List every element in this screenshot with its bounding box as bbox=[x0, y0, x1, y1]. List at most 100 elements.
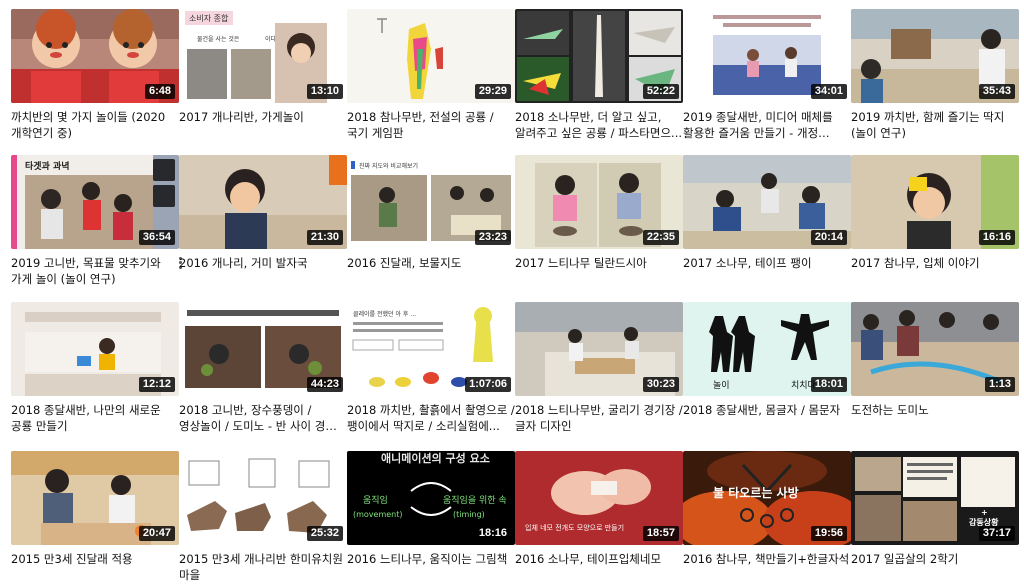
overlay-text: 소비자 종합 bbox=[189, 14, 229, 23]
overlay-text: 클레이를 전했던 아 후 ... bbox=[353, 310, 416, 318]
video-title[interactable]: 도전하는 도미노 bbox=[851, 402, 1019, 418]
video-card[interactable]: 입체 네모 전개도 모양으로 만들기 18:57 2016 소나무, 테이프입체… bbox=[515, 451, 683, 567]
video-thumbnail[interactable]: 1:13 bbox=[851, 302, 1019, 396]
video-thumbnail[interactable]: 35:43 bbox=[851, 9, 1019, 103]
video-title[interactable]: 2019 고니반, 목표물 맞추기와 가게 놀이 (놀이 연구) bbox=[11, 255, 179, 287]
video-title[interactable]: 2018 소나무반, 더 알고 싶고, 알려주고 싶은 공룡 / 파스타면으..… bbox=[515, 109, 683, 141]
video-title[interactable]: 2017 개나리반, 가게놀이 bbox=[179, 109, 347, 125]
video-thumbnail[interactable]: 44:23 bbox=[179, 302, 347, 396]
video-title[interactable]: 2016 진달래, 보물지도 bbox=[347, 255, 515, 271]
video-duration: 29:29 bbox=[474, 84, 511, 99]
video-title[interactable]: 2017 일곱살의 2학기 bbox=[851, 551, 1019, 567]
video-title[interactable]: 2016 소나무, 테이프입체네모 bbox=[515, 551, 683, 567]
video-card[interactable]: 29:29 2018 참나무반, 전설의 공룡 / 국기 게임판 bbox=[347, 9, 515, 141]
video-thumbnail[interactable]: 클레이를 전했던 아 후 ... 1:07:06 bbox=[347, 302, 515, 396]
overlay-text: + bbox=[981, 508, 988, 517]
video-card[interactable]: 6:48 까치반의 몇 가지 놀이들 (2020 개학연기 중) bbox=[11, 9, 179, 141]
video-card[interactable]: 불 타오르는 사방 19:56 2016 참나무, 책만들기+한글자석 bbox=[683, 451, 851, 567]
video-title[interactable]: 2018 고니반, 장수풍뎅이 / 영상놀이 / 도미노 - 반 사이 경계를 … bbox=[179, 402, 347, 434]
video-card[interactable]: 35:43 2019 까치반, 함께 즐기는 딱지 (놀이 연구) bbox=[851, 9, 1019, 141]
video-thumbnail[interactable]: 불 타오르는 사방 19:56 bbox=[683, 451, 851, 545]
video-thumbnail[interactable]: 소비자 종합 물건을 사는 것은 이다. 13:10 bbox=[179, 9, 347, 103]
video-duration: 18:16 bbox=[474, 526, 511, 541]
video-card[interactable]: 1:13 도전하는 도미노 bbox=[851, 302, 1019, 418]
video-card[interactable]: 놀이 치치다 18:01 2018 종달새반, 몸글자 / 몸문자 bbox=[683, 302, 851, 418]
video-card[interactable]: 20:47 2015 만3세 진달래 적용 bbox=[11, 451, 179, 567]
overlay-text: 움직임을 위한 속 bbox=[443, 494, 507, 506]
overlay-text: 불 타오르는 사방 bbox=[713, 485, 799, 500]
video-title[interactable]: 까치반의 몇 가지 놀이들 (2020 개학연기 중) bbox=[11, 109, 179, 141]
video-thumbnail[interactable]: 20:14 bbox=[683, 155, 851, 249]
overlay-text: 물건을 사는 것은 bbox=[197, 35, 240, 43]
video-thumbnail[interactable]: 애니메이션의 구성 요소 움직임 (movement) 움직임을 위한 속 (t… bbox=[347, 451, 515, 545]
watch-later-button[interactable] bbox=[153, 159, 175, 181]
video-title[interactable]: 2016 개나리, 거미 발자국 bbox=[179, 255, 347, 271]
video-title[interactable]: 2015 만3세 진달래 적용 bbox=[11, 551, 179, 567]
video-thumbnail[interactable]: 입체 네모 전개도 모양으로 만들기 18:57 bbox=[515, 451, 683, 545]
video-title[interactable]: 2015 만3세 개나리반 한미유치원 마을 bbox=[179, 551, 347, 583]
video-duration: 25:32 bbox=[306, 526, 343, 541]
video-duration: 23:23 bbox=[474, 230, 511, 245]
video-duration: 30:23 bbox=[642, 377, 679, 392]
video-title[interactable]: 2018 까치반, 촬흙에서 촬영으로 / 팽이에서 딱지로 / 소리실험에..… bbox=[347, 402, 515, 434]
video-card[interactable]: + 감동상황 37:17 2017 일곱살의 2학기 bbox=[851, 451, 1019, 567]
add-to-queue-button[interactable] bbox=[153, 185, 175, 207]
video-title[interactable]: 2016 참나무, 책만들기+한글자석 bbox=[683, 551, 851, 567]
video-title[interactable]: 2019 까치반, 함께 즐기는 딱지 (놀이 연구) bbox=[851, 109, 1019, 141]
video-card[interactable]: 타겟과 과녁 36:54 2019 고니반, 목표물 맞추기와 가게 놀이 (놀… bbox=[11, 155, 182, 287]
video-duration: 35:43 bbox=[978, 84, 1015, 99]
video-thumbnail[interactable]: 30:23 bbox=[515, 302, 683, 396]
video-thumbnail[interactable]: 22:35 bbox=[515, 155, 683, 249]
video-duration: 13:10 bbox=[306, 84, 343, 99]
video-card[interactable]: 25:32 2015 만3세 개나리반 한미유치원 마을 bbox=[179, 451, 347, 583]
video-title[interactable]: 2019 종달새반, 미디어 매체를 활용한 즐거움 만들기 - 개정 누리..… bbox=[683, 109, 851, 141]
video-duration: 16:16 bbox=[978, 230, 1015, 245]
video-thumbnail[interactable]: 타겟과 과녁 36:54 bbox=[11, 155, 179, 249]
video-thumbnail[interactable]: 12:12 bbox=[11, 302, 179, 396]
video-duration: 20:14 bbox=[810, 230, 847, 245]
video-thumbnail[interactable]: 20:47 bbox=[11, 451, 179, 545]
video-card[interactable]: 12:12 2018 종달새반, 나만의 새로운 공룡 만들기 bbox=[11, 302, 179, 434]
video-duration: 21:30 bbox=[306, 230, 343, 245]
video-card[interactable]: 21:30 2016 개나리, 거미 발자국 bbox=[179, 155, 347, 271]
video-thumbnail[interactable]: 진짜 지도와 비교해보기 23:23 bbox=[347, 155, 515, 249]
video-title[interactable]: 2018 참나무반, 전설의 공룡 / 국기 게임판 bbox=[347, 109, 515, 141]
video-card[interactable]: 30:23 2018 느티나무반, 굴리기 경기장 / 글자 디자인 bbox=[515, 302, 683, 434]
video-card[interactable]: 진짜 지도와 비교해보기 23:23 2016 진달래, 보물지도 bbox=[347, 155, 515, 271]
overlay-text: 놀이 bbox=[713, 380, 730, 391]
video-title[interactable]: 2018 종달새반, 몸글자 / 몸문자 bbox=[683, 402, 851, 418]
video-duration: 1:13 bbox=[984, 377, 1015, 392]
video-card[interactable]: 소비자 종합 물건을 사는 것은 이다. 13:10 2017 개나리반, 가게… bbox=[179, 9, 347, 125]
video-title[interactable]: 2017 참나무, 입체 이야기 bbox=[851, 255, 1019, 271]
overlay-text: 입체 네모 전개도 모양으로 만들기 bbox=[525, 523, 624, 532]
video-duration: 22:35 bbox=[642, 230, 679, 245]
video-thumbnail[interactable]: 21:30 bbox=[179, 155, 347, 249]
video-thumbnail[interactable]: 25:32 bbox=[179, 451, 347, 545]
video-thumbnail[interactable]: 6:48 bbox=[11, 9, 179, 103]
video-thumbnail[interactable]: 34:01 bbox=[683, 9, 851, 103]
video-duration: 37:17 bbox=[978, 526, 1015, 541]
video-duration: 44:23 bbox=[306, 377, 343, 392]
video-title[interactable]: 2017 느티나무 틸란드시아 bbox=[515, 255, 683, 271]
video-card[interactable]: 16:16 2017 참나무, 입체 이야기 bbox=[851, 155, 1019, 271]
overlay-text: 진짜 지도와 비교해보기 bbox=[359, 162, 418, 170]
video-title[interactable]: 2018 종달새반, 나만의 새로운 공룡 만들기 bbox=[11, 402, 179, 434]
video-title[interactable]: 2018 느티나무반, 굴리기 경기장 / 글자 디자인 bbox=[515, 402, 683, 434]
video-card[interactable]: 20:14 2017 소나무, 테이프 팽이 bbox=[683, 155, 851, 271]
video-title[interactable]: 2016 느티나무, 움직이는 그림책 bbox=[347, 551, 515, 567]
video-card[interactable]: 애니메이션의 구성 요소 움직임 (movement) 움직임을 위한 속 (t… bbox=[347, 451, 515, 567]
video-thumbnail[interactable]: + 감동상황 37:17 bbox=[851, 451, 1019, 545]
video-duration: 18:57 bbox=[642, 526, 679, 541]
video-card[interactable]: 클레이를 전했던 아 후 ... 1:07:06 2018 까치반, 촬흙에서 … bbox=[347, 302, 515, 434]
video-thumbnail[interactable]: 놀이 치치다 18:01 bbox=[683, 302, 851, 396]
video-card[interactable]: 34:01 2019 종달새반, 미디어 매체를 활용한 즐거움 만들기 - 개… bbox=[683, 9, 851, 141]
video-card[interactable]: 22:35 2017 느티나무 틸란드시아 bbox=[515, 155, 683, 271]
video-duration: 52:22 bbox=[642, 84, 679, 99]
video-card[interactable]: 52:22 2018 소나무반, 더 알고 싶고, 알려주고 싶은 공룡 / 파… bbox=[515, 9, 683, 141]
video-thumbnail[interactable]: 16:16 bbox=[851, 155, 1019, 249]
video-title[interactable]: 2017 소나무, 테이프 팽이 bbox=[683, 255, 851, 271]
video-thumbnail[interactable]: 29:29 bbox=[347, 9, 515, 103]
video-thumbnail[interactable]: 52:22 bbox=[515, 9, 683, 103]
video-card[interactable]: 44:23 2018 고니반, 장수풍뎅이 / 영상놀이 / 도미노 - 반 사… bbox=[179, 302, 347, 434]
video-duration: 1:07:06 bbox=[465, 377, 511, 392]
